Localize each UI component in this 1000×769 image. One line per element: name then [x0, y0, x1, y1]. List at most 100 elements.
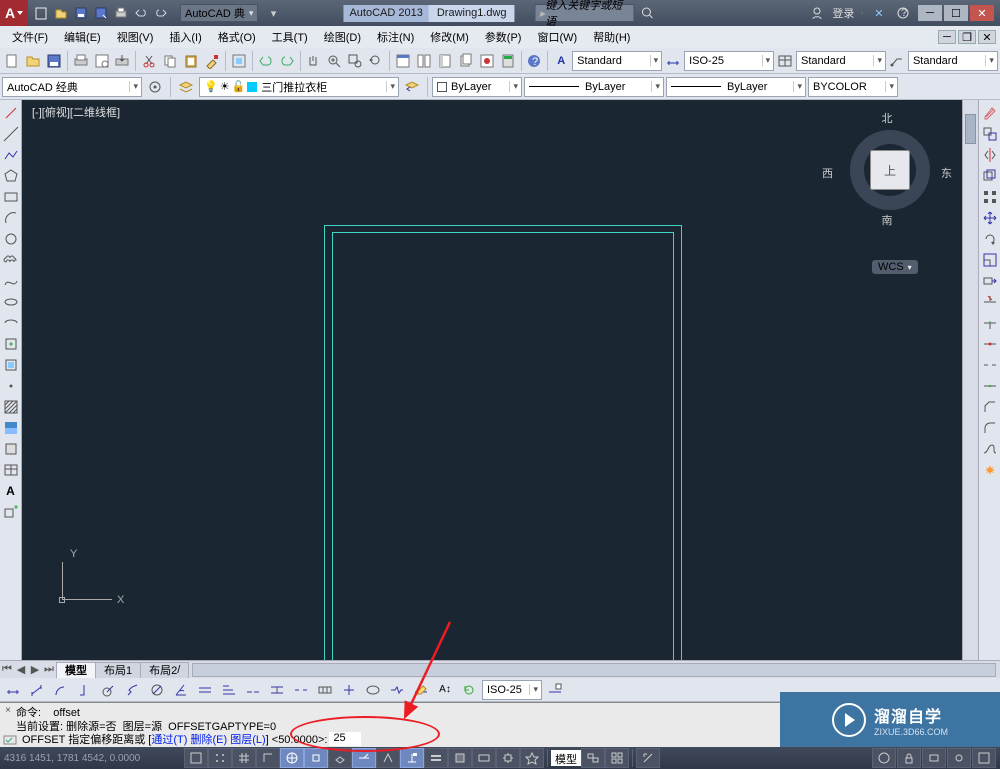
redo-icon[interactable] — [152, 4, 170, 22]
menu-dimension[interactable]: 标注(N) — [369, 26, 422, 48]
rotate-icon[interactable] — [981, 230, 999, 248]
save-file-icon[interactable] — [44, 50, 64, 72]
sb-workspace-switch-icon[interactable] — [872, 748, 896, 768]
drawn-rectangle-inner[interactable] — [332, 232, 674, 660]
cut-icon[interactable] — [139, 50, 159, 72]
markup-set-icon[interactable] — [477, 50, 497, 72]
line-icon[interactable] — [2, 104, 20, 122]
gradient-icon[interactable] — [2, 419, 20, 437]
cmd-opt-through[interactable]: 通过(T) — [151, 734, 187, 746]
revcloud-icon[interactable] — [2, 251, 20, 269]
menu-parametric[interactable]: 参数(P) — [477, 26, 530, 48]
app-logo-menu[interactable]: A — [0, 0, 28, 26]
search-icon[interactable] — [639, 4, 657, 22]
menu-format[interactable]: 格式(O) — [210, 26, 264, 48]
zoom-prev-icon[interactable] — [366, 50, 386, 72]
menu-help[interactable]: 帮助(H) — [585, 26, 638, 48]
quick-dim-icon[interactable] — [194, 679, 216, 701]
table-icon[interactable] — [2, 461, 20, 479]
qnew-icon[interactable] — [32, 4, 50, 22]
inspect-icon[interactable] — [362, 679, 384, 701]
dim-diameter-icon[interactable] — [146, 679, 168, 701]
view-cube[interactable]: 上 北 南 东 西 WCS — [822, 110, 952, 240]
command-close-icon[interactable]: × — [3, 705, 13, 715]
break-at-point-icon[interactable] — [981, 335, 999, 353]
array-icon[interactable] — [981, 188, 999, 206]
table-style-dropdown[interactable]: Standard — [796, 51, 886, 71]
chamfer-icon[interactable] — [981, 398, 999, 416]
dim-break-icon[interactable] — [290, 679, 312, 701]
dim-radius-icon[interactable] — [98, 679, 120, 701]
hatch-icon[interactable] — [2, 398, 20, 416]
sb-ortho-icon[interactable] — [256, 748, 280, 768]
sb-quickview-layouts-icon[interactable] — [581, 748, 605, 768]
ellipse-arc-icon[interactable] — [2, 314, 20, 332]
dim-style-dropdown[interactable]: ISO-25 — [684, 51, 774, 71]
trim-icon[interactable] — [981, 293, 999, 311]
ellipse-icon[interactable] — [2, 293, 20, 311]
help-toolbar-icon[interactable]: ? — [524, 50, 544, 72]
insert-block-icon[interactable] — [2, 335, 20, 353]
open-file-icon[interactable] — [23, 50, 43, 72]
menu-tools[interactable]: 工具(T) — [264, 26, 316, 48]
xline-icon[interactable] — [2, 125, 20, 143]
erase-icon[interactable] — [981, 104, 999, 122]
publish-icon[interactable] — [113, 50, 133, 72]
extend-icon[interactable] — [981, 314, 999, 332]
sb-model-button[interactable]: 模型 — [551, 750, 581, 766]
scale-icon[interactable] — [981, 251, 999, 269]
vertical-scrollbar[interactable] — [962, 100, 978, 660]
lineweight-dropdown[interactable]: ByLayer — [666, 77, 806, 97]
coordinate-display[interactable]: 4316 1451, 1781 4542, 0.0000 — [4, 753, 184, 764]
sb-snap-icon[interactable] — [208, 748, 232, 768]
dim-edit-icon[interactable] — [410, 679, 432, 701]
dim-jogged-icon[interactable] — [122, 679, 144, 701]
explode-icon[interactable] — [981, 461, 999, 479]
save-icon[interactable] — [72, 4, 90, 22]
polyline-icon[interactable] — [2, 146, 20, 164]
dim-aligned-icon[interactable] — [26, 679, 48, 701]
design-center-icon[interactable] — [414, 50, 434, 72]
sb-grid-icon[interactable] — [232, 748, 256, 768]
horizontal-scrollbar[interactable] — [192, 663, 996, 677]
stretch-icon[interactable] — [981, 272, 999, 290]
spline-icon[interactable] — [2, 272, 20, 290]
undo-icon[interactable] — [132, 4, 150, 22]
offset-icon[interactable] — [981, 167, 999, 185]
mleader-style-dropdown[interactable]: Standard — [908, 51, 998, 71]
dim-update-icon[interactable] — [458, 679, 480, 701]
mirror-icon[interactable] — [981, 146, 999, 164]
menu-window[interactable]: 窗口(W) — [529, 26, 585, 48]
dim-arc-icon[interactable] — [50, 679, 72, 701]
dim-continue-icon[interactable] — [242, 679, 264, 701]
dim-baseline-icon[interactable] — [218, 679, 240, 701]
sb-polar-icon[interactable] — [280, 748, 304, 768]
text-style-icon[interactable]: A — [551, 50, 571, 72]
doc-restore-button[interactable]: ❐ — [958, 30, 976, 44]
drawing-canvas[interactable]: [-][俯视][二维线框] Y X 上 北 南 东 西 WCS — [22, 100, 978, 660]
dim-style-mgr-icon[interactable] — [544, 679, 566, 701]
qat-customize-icon[interactable]: ▾ — [264, 4, 282, 22]
sb-isolate-icon[interactable] — [947, 748, 971, 768]
tolerance-icon[interactable] — [314, 679, 336, 701]
sb-tpy-icon[interactable] — [448, 748, 472, 768]
print-icon[interactable] — [71, 50, 91, 72]
linetype-dropdown[interactable]: ByLayer — [524, 77, 664, 97]
dim-ordinate-icon[interactable] — [74, 679, 96, 701]
join-icon[interactable] — [981, 377, 999, 395]
sb-osnap-icon[interactable] — [304, 748, 328, 768]
sb-clean-screen-icon[interactable] — [972, 748, 996, 768]
maximize-button[interactable]: ☐ — [944, 5, 968, 21]
fillet-icon[interactable] — [981, 419, 999, 437]
paste-icon[interactable] — [181, 50, 201, 72]
dim-tedit-icon[interactable]: A↕ — [434, 679, 456, 701]
center-mark-icon[interactable] — [338, 679, 360, 701]
tab-nav-arrows[interactable]: ⏮◀▶⏭ — [0, 663, 56, 676]
point-icon[interactable] — [2, 377, 20, 395]
quickcalc-icon[interactable] — [498, 50, 518, 72]
workspace-settings-icon[interactable] — [144, 76, 166, 98]
sb-sc-icon[interactable] — [496, 748, 520, 768]
sb-am-icon[interactable] — [520, 748, 544, 768]
help-search-input[interactable]: ▸ 键入关键字或短语 — [535, 4, 635, 22]
dim-style-icon[interactable] — [663, 50, 683, 72]
